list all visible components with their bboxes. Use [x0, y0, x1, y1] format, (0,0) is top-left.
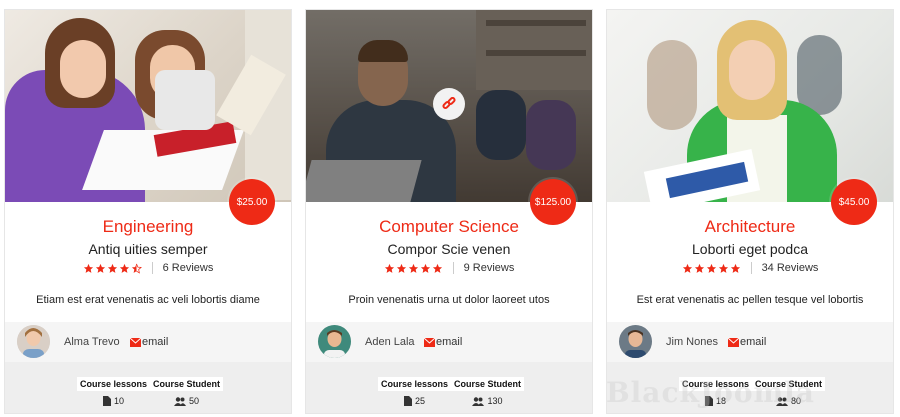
- stat-value: 25: [415, 396, 426, 406]
- course-grid: $25.00 Engineering Antiq uities semper 6…: [4, 9, 896, 417]
- author-name[interactable]: Alma Trevo: [64, 336, 120, 348]
- file-icon: [404, 396, 412, 406]
- course-stats: Course lessons 25 Course Student 130: [306, 362, 592, 413]
- email-link[interactable]: email: [424, 336, 462, 348]
- course-card[interactable]: $125.00 Computer Science Compor Scie ven…: [305, 9, 593, 414]
- email-label: email: [436, 336, 463, 348]
- avatar[interactable]: [318, 325, 351, 358]
- rating-row: 6 Reviews: [5, 262, 291, 274]
- course-title[interactable]: Architecture: [607, 217, 893, 237]
- separator: [151, 262, 153, 274]
- course-card[interactable]: $45.00 Architecture Loborti eget podca 3…: [606, 9, 894, 414]
- star-icon: [95, 263, 105, 273]
- course-title[interactable]: Computer Science: [306, 217, 592, 237]
- author-bar: Aden Lala email: [306, 322, 592, 362]
- email-link[interactable]: email: [728, 336, 766, 348]
- star-icon: [730, 263, 740, 273]
- star-icon: [119, 263, 129, 273]
- file-icon: [103, 396, 111, 406]
- star-rating: [384, 263, 443, 274]
- link-icon: [442, 97, 456, 110]
- star-icon: [408, 263, 418, 273]
- stat-value: 10: [114, 396, 125, 406]
- star-icon: [694, 263, 704, 273]
- course-title[interactable]: Engineering: [5, 217, 291, 237]
- email-label: email: [740, 336, 767, 348]
- stat-label: Course Student: [451, 377, 525, 391]
- envelope-icon: [728, 337, 739, 347]
- stat-students: Course Student 130: [451, 374, 525, 406]
- users-icon: [472, 396, 485, 406]
- envelope-icon: [130, 337, 141, 347]
- author-name[interactable]: Aden Lala: [365, 336, 415, 348]
- star-icon: [682, 263, 692, 273]
- course-subtitle: Loborti eget podca: [692, 241, 808, 257]
- star-icon: [718, 263, 728, 273]
- stat-label: Course lessons: [77, 377, 151, 391]
- star-half-icon: [131, 263, 142, 274]
- review-count[interactable]: 6 Reviews: [163, 262, 214, 274]
- course-image[interactable]: [607, 10, 893, 202]
- stat-students: Course Student 50: [150, 374, 224, 406]
- stat-label: Course Student: [150, 377, 224, 391]
- avatar[interactable]: [17, 325, 50, 358]
- star-icon: [83, 263, 93, 273]
- stat-value: 50: [189, 396, 200, 406]
- email-label: email: [142, 336, 169, 348]
- course-card[interactable]: $25.00 Engineering Antiq uities semper 6…: [4, 9, 292, 414]
- watermark: BlackJoomla: [606, 376, 815, 409]
- course-description: Proin venenatis urna ut dolor laoreet ut…: [348, 294, 550, 306]
- star-rating: [83, 263, 142, 274]
- author-bar: Jim Nones email: [607, 322, 893, 362]
- course-subtitle: Compor Scie venen: [387, 241, 511, 257]
- stat-value: 130: [487, 396, 503, 406]
- course-description: Etiam est erat venenatis ac veli loborti…: [36, 294, 260, 306]
- users-icon: [174, 396, 186, 406]
- star-icon: [706, 263, 716, 273]
- course-description: Est erat venenatis ac pellen tesque vel …: [636, 294, 864, 306]
- link-button[interactable]: [433, 88, 465, 120]
- course-subtitle: Antiq uities semper: [88, 241, 208, 257]
- rating-row: 34 Reviews: [607, 262, 893, 274]
- separator: [750, 262, 752, 274]
- envelope-icon: [424, 337, 435, 347]
- author-bar: Alma Trevo email: [5, 322, 291, 362]
- stat-label: Course lessons: [378, 377, 452, 391]
- star-icon: [107, 263, 117, 273]
- course-image[interactable]: [5, 10, 291, 202]
- email-link[interactable]: email: [130, 336, 168, 348]
- star-icon: [432, 263, 442, 273]
- star-rating: [682, 263, 741, 274]
- stat-lessons: Course lessons 25: [378, 374, 452, 406]
- stat-lessons: Course lessons 10: [77, 374, 151, 406]
- star-icon: [396, 263, 406, 273]
- separator: [452, 262, 454, 274]
- star-icon: [384, 263, 394, 273]
- avatar[interactable]: [619, 325, 652, 358]
- course-stats: Course lessons 10 Course Student 50: [5, 362, 291, 413]
- review-count[interactable]: 34 Reviews: [762, 262, 819, 274]
- rating-row: 9 Reviews: [306, 262, 592, 274]
- author-name[interactable]: Jim Nones: [666, 336, 718, 348]
- review-count[interactable]: 9 Reviews: [464, 262, 515, 274]
- star-icon: [420, 263, 430, 273]
